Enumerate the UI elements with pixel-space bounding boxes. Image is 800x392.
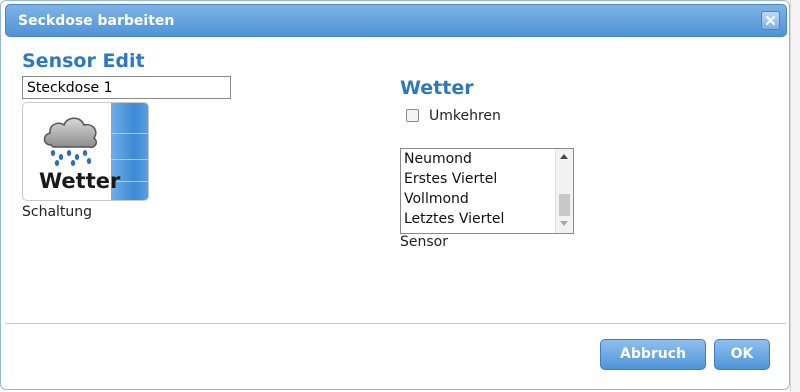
sensor-dialog: Seckdose barbeiten Sensor Edit Steckdose… <box>0 0 790 390</box>
listbox-scrollbar[interactable] <box>555 149 573 233</box>
sensor-label: Sensor <box>400 234 448 250</box>
list-item[interactable]: Erstes Viertel <box>404 169 497 189</box>
sensor-icon-tile[interactable]: Wetter <box>22 102 149 201</box>
weather-heading: Wetter <box>400 77 474 99</box>
list-item[interactable]: Vollmond <box>404 189 469 209</box>
schaltung-label: Schaltung <box>22 204 93 220</box>
close-button[interactable] <box>761 11 780 30</box>
dialog-titlebar[interactable]: Seckdose barbeiten <box>5 4 787 37</box>
list-item[interactable]: Neumond <box>404 149 472 169</box>
rain-cloud-icon <box>43 117 97 166</box>
ok-button[interactable]: OK <box>714 339 770 370</box>
moon-phase-listbox[interactable]: Neumond Erstes Viertel Vollmond Letztes … <box>400 148 574 234</box>
cancel-button[interactable]: Abbruch <box>600 339 706 370</box>
invert-label: Umkehren <box>429 108 501 124</box>
list-item[interactable]: Letztes Viertel <box>404 209 504 229</box>
icon-caption: Wetter <box>39 169 121 193</box>
invert-checkbox[interactable] <box>406 109 419 122</box>
footer-divider <box>5 323 786 324</box>
scroll-thumb[interactable] <box>559 194 570 216</box>
scroll-up-icon[interactable] <box>560 154 568 159</box>
dialog-title: Seckdose barbeiten <box>18 13 175 29</box>
close-icon <box>766 16 775 25</box>
scroll-down-icon[interactable] <box>560 221 568 226</box>
sensor-edit-heading: Sensor Edit <box>22 50 145 72</box>
sensor-name-input[interactable] <box>22 76 231 99</box>
background-page-edge <box>790 0 800 392</box>
